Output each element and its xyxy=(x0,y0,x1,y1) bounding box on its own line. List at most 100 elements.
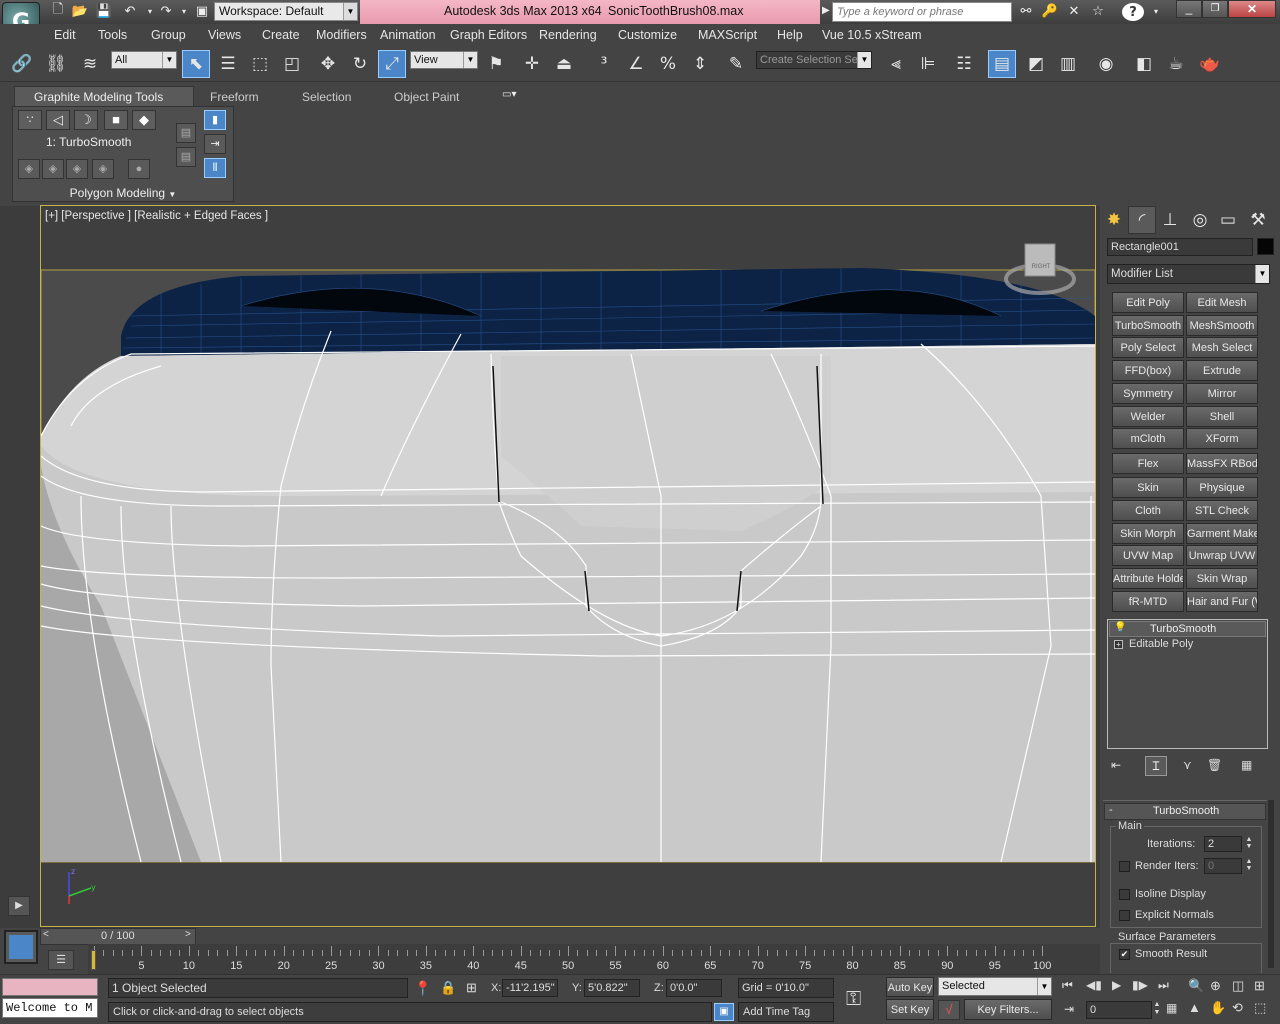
add-time-tag-icon[interactable]: ▣ xyxy=(714,1003,734,1021)
modifier-button-skin[interactable]: Skin xyxy=(1112,477,1184,498)
modifier-button-shell[interactable]: Shell xyxy=(1186,406,1258,427)
isoline-display-checkbox[interactable] xyxy=(1119,889,1130,900)
graphite-toggle-icon[interactable]: ▤ xyxy=(988,50,1016,78)
ribbon-options-icon[interactable]: ▭▾ xyxy=(502,89,526,101)
modifier-button-skin-wrap[interactable]: Skin Wrap xyxy=(1186,568,1258,589)
y-coordinate-field[interactable]: 5'0.822" xyxy=(584,979,640,997)
edge-subobject-icon[interactable]: ◁ xyxy=(46,110,70,130)
select-by-name-icon[interactable]: ☰ xyxy=(214,50,242,78)
zoom-icon[interactable]: 🔍 xyxy=(1188,978,1204,994)
previous-frame-icon[interactable]: ◀▮ xyxy=(1086,978,1102,992)
menu-views[interactable]: Views xyxy=(208,27,241,43)
select-and-scale-icon[interactable]: ⤢ xyxy=(378,50,406,78)
time-slider[interactable]: < 0 / 100 > xyxy=(40,928,196,945)
go-to-end-icon[interactable]: ⏭ xyxy=(1158,978,1169,993)
time-configuration-icon[interactable]: ▦ xyxy=(1166,1001,1177,1015)
expand-search-icon[interactable]: ▶ xyxy=(822,5,830,16)
material-editor-icon[interactable]: ◉ xyxy=(1092,50,1120,78)
stack-item-editable-poly[interactable]: + Editable Poly xyxy=(1109,637,1266,653)
key-mode-dropdown[interactable]: Selected ▼ xyxy=(938,977,1052,996)
help-icon[interactable]: ? xyxy=(1122,3,1144,21)
key-mode-toggle-icon[interactable]: ⇥ xyxy=(1064,1002,1074,1016)
next-frame-icon[interactable]: > xyxy=(185,929,191,940)
modifier-button-mesh-select[interactable]: Mesh Select xyxy=(1186,337,1258,358)
time-slider-handle[interactable] xyxy=(91,950,96,970)
minimize-button[interactable]: _ xyxy=(1176,0,1202,18)
modifier-button-skin-morph[interactable]: Skin Morph xyxy=(1112,523,1184,544)
viewport-label[interactable]: [+] [Perspective ] [Realistic + Edged Fa… xyxy=(45,210,268,222)
spinner-snap-icon[interactable]: ⇕ xyxy=(686,50,714,78)
object-name-field[interactable]: Rectangle001 xyxy=(1107,238,1253,256)
render-production-icon[interactable]: 🫖 xyxy=(1196,50,1224,78)
plus-expand-icon[interactable]: + xyxy=(1114,640,1123,649)
modify-tab-icon[interactable]: ◜ xyxy=(1128,206,1156,234)
modifier-button-attribute-holder[interactable]: Attribute Holder xyxy=(1112,568,1184,589)
modifier-button-turbosmooth[interactable]: TurboSmooth xyxy=(1112,315,1184,336)
motion-tab-icon[interactable]: ◎ xyxy=(1186,206,1214,234)
select-and-move-icon[interactable]: ✥ xyxy=(314,50,342,78)
play-expand-icon[interactable]: ▶ xyxy=(8,896,30,916)
rectangular-selection-icon[interactable]: ⬚ xyxy=(246,50,274,78)
unlink-selection-icon[interactable]: ⛓ xyxy=(42,50,70,78)
menu-rendering[interactable]: Rendering xyxy=(539,27,597,43)
display-tab-icon[interactable]: ▭ xyxy=(1214,206,1242,234)
ribbon-side-icon-2[interactable]: ▤ xyxy=(176,147,196,167)
z-coordinate-field[interactable]: 0'0.0" xyxy=(666,979,722,997)
modifier-button-hair-and-fur-wsm[interactable]: Hair and Fur (WSM) xyxy=(1186,591,1258,612)
layer-manager-icon[interactable]: ☷ xyxy=(950,50,978,78)
menu-maxscript[interactable]: MAXScript xyxy=(698,27,757,43)
angle-snap-icon[interactable]: ∠ xyxy=(622,50,650,78)
orbit-icon[interactable]: ⟲ xyxy=(1232,1000,1243,1016)
current-frame-field[interactable]: 0 xyxy=(1086,1001,1152,1019)
add-time-tag-button[interactable]: Add Time Tag xyxy=(738,1002,834,1022)
curve-editor-icon[interactable]: ◩ xyxy=(1022,50,1050,78)
modifier-button-edit-poly[interactable]: Edit Poly xyxy=(1112,292,1184,313)
modifier-button-ffd-box[interactable]: FFD(box) xyxy=(1112,360,1184,381)
align-icon[interactable]: ⊫ xyxy=(914,50,942,78)
element-subobject-icon[interactable]: ◆ xyxy=(132,110,156,130)
frame-spinner-icon[interactable]: ▲ ▼ xyxy=(1152,1001,1162,1019)
pin-stack-icon[interactable]: ⇤ xyxy=(1111,758,1121,772)
set-key-button[interactable]: Set Key xyxy=(886,999,934,1020)
explicit-normals-checkbox[interactable] xyxy=(1119,910,1130,921)
menu-tools[interactable]: Tools xyxy=(98,27,127,43)
selection-filter-dropdown[interactable]: All ▼ xyxy=(111,51,177,69)
zoom-extents-icon[interactable]: ◫ xyxy=(1232,978,1244,994)
save-file-icon[interactable]: 💾 xyxy=(94,2,114,20)
go-to-start-icon[interactable]: ⏮ xyxy=(1062,978,1073,993)
modifier-button-stl-check[interactable]: STL Check xyxy=(1186,500,1258,521)
modifier-button-garment-maker[interactable]: Garment Maker xyxy=(1186,523,1258,544)
auto-key-button[interactable]: Auto Key xyxy=(886,977,934,997)
search-input[interactable]: Type a keyword or phrase xyxy=(832,2,1012,22)
smooth-result-checkbox[interactable]: ✔ xyxy=(1119,949,1130,960)
prev-frame-icon[interactable]: < xyxy=(43,929,49,940)
modifier-button-welder[interactable]: Welder xyxy=(1112,406,1184,427)
polygon-subobject-icon[interactable]: ■ xyxy=(104,110,128,130)
menu-help[interactable]: Help xyxy=(777,27,803,43)
modifier-button-flex[interactable]: Flex xyxy=(1112,453,1184,474)
menu-modifiers[interactable]: Modifiers xyxy=(316,27,367,43)
zoom-all-icon[interactable]: ⊕ xyxy=(1210,978,1221,994)
stack-icon-2[interactable]: ◈ xyxy=(42,159,64,179)
stack-icon-5[interactable]: ● xyxy=(128,159,150,179)
select-and-rotate-icon[interactable]: ↻ xyxy=(346,50,374,78)
field-of-view-icon[interactable]: ▲ xyxy=(1188,1000,1201,1015)
modifier-button-poly-select[interactable]: Poly Select xyxy=(1112,337,1184,358)
new-file-icon[interactable]: 🗋 xyxy=(48,2,68,20)
ribbon-pin-icon-3[interactable]: ⫴ xyxy=(204,158,226,178)
tab-freeform[interactable]: Freeform xyxy=(210,88,259,106)
project-folder-icon[interactable]: ▣ xyxy=(192,2,212,20)
snaps-toggle-icon[interactable]: ³ xyxy=(590,50,618,78)
subscription-icon[interactable]: 🔑 xyxy=(1040,2,1060,20)
modifier-button-mcloth[interactable]: mCloth xyxy=(1112,428,1184,449)
menu-customize[interactable]: Customize xyxy=(618,27,677,43)
modifier-button-unwrap-uvw[interactable]: Unwrap UVW xyxy=(1186,545,1258,566)
create-tab-icon[interactable]: ✸ xyxy=(1100,206,1128,234)
hierarchy-tab-icon[interactable]: ⊥ xyxy=(1156,206,1184,234)
select-object-icon[interactable]: ⬉ xyxy=(182,50,210,78)
viewcube[interactable]: RIGHT xyxy=(1027,264,1055,270)
stack-icon-3[interactable]: ◈ xyxy=(66,159,88,179)
spinner-arrows-icon[interactable]: ▲ ▼ xyxy=(1243,858,1255,874)
object-color-swatch[interactable] xyxy=(1257,238,1274,255)
bind-to-space-warp-icon[interactable]: ≋ xyxy=(76,50,104,78)
